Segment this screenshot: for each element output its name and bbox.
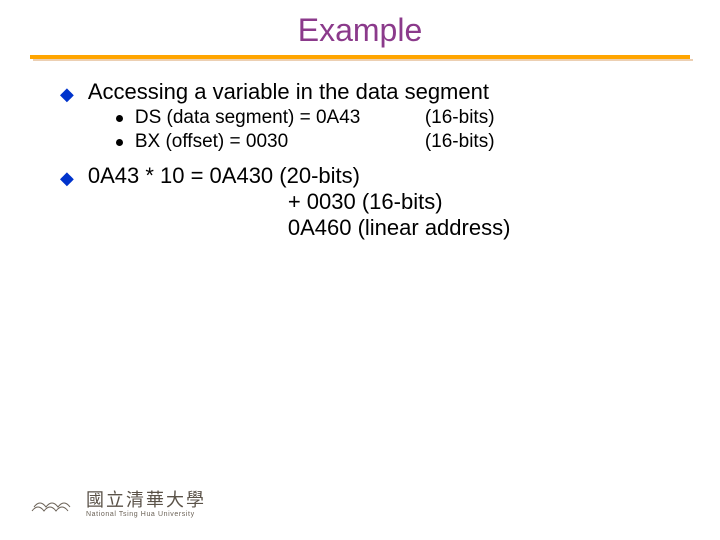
footer-logo-block: 國立清華大學 National Tsing Hua University (30, 491, 206, 518)
bullet-1-heading: Accessing a variable in the data segment (88, 79, 680, 105)
title-underline (0, 55, 720, 61)
footer-university-en: National Tsing Hua University (86, 511, 206, 518)
slide-content: ◆ Accessing a variable in the data segme… (0, 79, 720, 241)
footer-university-cn: 國立清華大學 (86, 491, 206, 509)
sub-bullet-1-label: DS (data segment) = 0A43 (135, 107, 425, 129)
slide-title: Example (0, 0, 720, 55)
sub-bullet-2-label: BX (offset) = 0030 (135, 131, 425, 153)
diamond-bullet-icon: ◆ (60, 168, 74, 189)
dot-bullet-icon (116, 115, 123, 122)
calc-line-1: 0A43 * 10 = 0A430 (20-bits) (88, 163, 680, 189)
university-logo-icon (30, 493, 76, 517)
dot-bullet-icon (116, 139, 123, 146)
sub-bullet-1-bits: (16-bits) (425, 107, 495, 129)
sub-bullet-2-bits: (16-bits) (425, 131, 495, 153)
sub-bullet-2: BX (offset) = 0030 (16-bits) (116, 131, 680, 153)
bullet-item-1: ◆ Accessing a variable in the data segme… (60, 79, 680, 153)
calc-line-3: 0A460 (linear address) (288, 215, 680, 241)
sub-bullet-1: DS (data segment) = 0A43 (16-bits) (116, 107, 680, 129)
calc-line-2: + 0030 (16-bits) (288, 189, 680, 215)
diamond-bullet-icon: ◆ (60, 84, 74, 105)
bullet-item-2: ◆ 0A43 * 10 = 0A430 (20-bits) + 0030 (16… (60, 163, 680, 241)
